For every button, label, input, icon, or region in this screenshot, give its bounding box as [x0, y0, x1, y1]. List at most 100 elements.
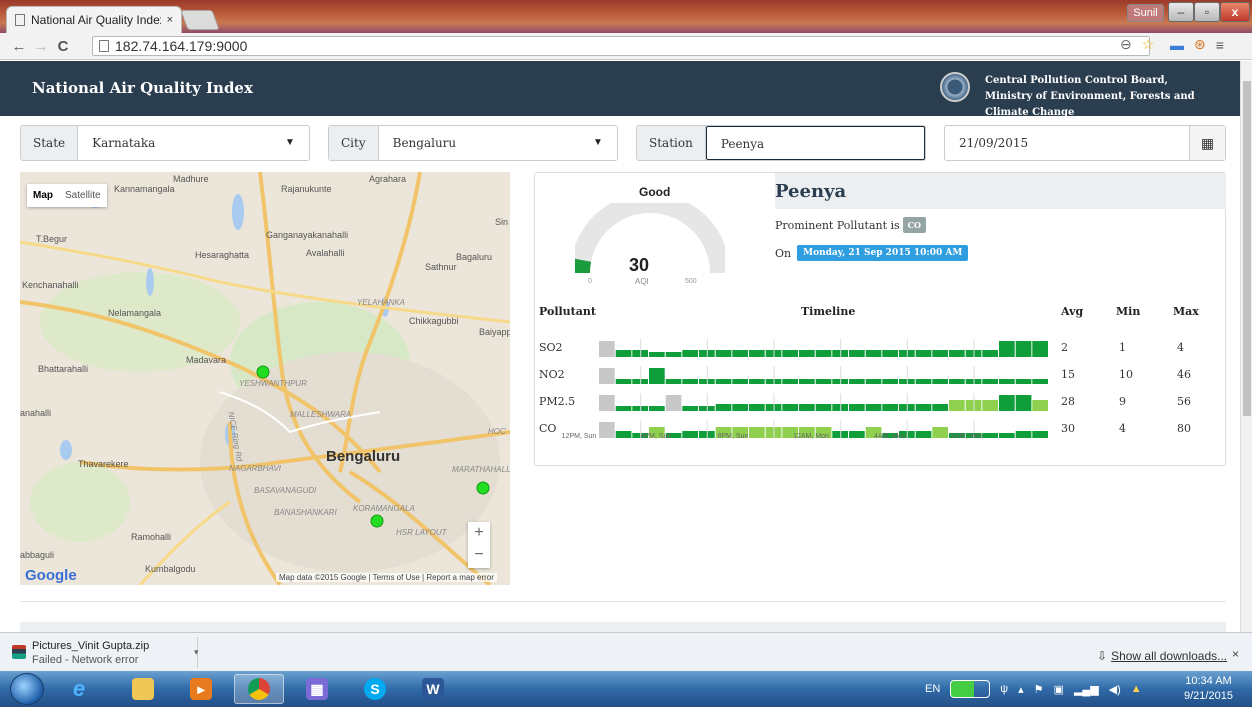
timeline-bar[interactable]: [915, 404, 932, 411]
taskbar-clock[interactable]: 10:34 AM 9/21/2015: [1184, 674, 1233, 704]
timeline-bar[interactable]: [615, 379, 632, 384]
zoom-icon[interactable]: ⊖: [1120, 36, 1132, 53]
map-type-satellite[interactable]: Satellite: [59, 184, 107, 207]
timeline-bar[interactable]: [999, 341, 1015, 357]
timeline-bar[interactable]: [1032, 341, 1048, 357]
timeline-bar[interactable]: [849, 379, 865, 384]
timeline-bar[interactable]: [832, 379, 848, 384]
language-indicator[interactable]: EN: [925, 683, 940, 695]
timeline-bar[interactable]: [849, 404, 865, 411]
bookmark-star-icon[interactable]: ☆: [1142, 36, 1155, 53]
timeline-bar[interactable]: [682, 350, 698, 357]
timeline-bar[interactable]: [749, 404, 765, 411]
download-item[interactable]: Pictures_Vinit Gupta.zip Failed - Networ…: [8, 637, 199, 668]
timeline-bar[interactable]: [599, 395, 615, 411]
word-app[interactable]: W: [408, 674, 458, 704]
date-input[interactable]: 21/09/2015: [945, 126, 1189, 160]
station-map[interactable]: Map Satellite Madhure Agrahara Kannamangal…: [20, 172, 510, 585]
reload-icon[interactable]: C: [52, 38, 74, 55]
timeline-bar[interactable]: [1032, 400, 1048, 411]
timeline-bar[interactable]: [682, 406, 698, 411]
station-select[interactable]: Station Peenya: [636, 125, 926, 161]
timeline-bar[interactable]: [799, 379, 815, 384]
timeline-bar[interactable]: [665, 379, 682, 384]
timeline-bar[interactable]: [615, 350, 632, 357]
address-bar[interactable]: 182.74.164.179:9000: [92, 36, 1150, 56]
timeline-bar[interactable]: [1015, 341, 1032, 357]
explorer-app[interactable]: [118, 674, 168, 704]
zoom-out-button[interactable]: −: [468, 544, 490, 566]
timeline-bar[interactable]: [599, 368, 615, 384]
timeline-bar[interactable]: [632, 406, 648, 411]
timeline-bar[interactable]: [949, 400, 965, 411]
map-attribution[interactable]: Map data ©2015 Google | Terms of Use | R…: [276, 573, 497, 582]
chevron-down-icon[interactable]: ▾: [194, 647, 199, 658]
state-select[interactable]: State Karnataka ▼: [20, 125, 310, 161]
chrome-app[interactable]: [234, 674, 284, 704]
timeline-bar[interactable]: [649, 406, 665, 411]
close-window-button[interactable]: x: [1220, 2, 1250, 22]
wireless-icon[interactable]: ψ: [1000, 683, 1008, 695]
timeline-bar[interactable]: [665, 352, 682, 357]
timeline-bar[interactable]: [982, 379, 998, 384]
timeline-bar[interactable]: [799, 404, 815, 411]
timeline-bar[interactable]: [715, 350, 732, 357]
timeline-bar[interactable]: [865, 404, 882, 411]
timeline-bar[interactable]: [715, 404, 732, 411]
start-button[interactable]: [10, 673, 44, 705]
timeline-bar[interactable]: [932, 404, 948, 411]
timeline-bar[interactable]: [949, 350, 965, 357]
timeline-bar[interactable]: [649, 368, 665, 384]
signal-icon[interactable]: ▂▄▆: [1074, 683, 1099, 696]
map-type-map[interactable]: Map: [27, 184, 59, 207]
timeline-bar[interactable]: [882, 350, 898, 357]
timeline-bar[interactable]: [749, 379, 765, 384]
timeline-bar[interactable]: [782, 404, 798, 411]
flag-icon[interactable]: ⚑: [1034, 683, 1044, 696]
timeline-bar[interactable]: [715, 379, 732, 384]
timeline-bar[interactable]: [815, 379, 832, 384]
volume-icon[interactable]: ◀): [1109, 683, 1121, 696]
timeline-bar[interactable]: [982, 400, 998, 411]
timeline-bar[interactable]: [782, 379, 798, 384]
show-all-downloads-link[interactable]: ⇩ Show all downloads...: [1097, 649, 1227, 663]
timeline-bar[interactable]: [799, 350, 815, 357]
power-icon[interactable]: ▲: [1131, 683, 1142, 695]
timeline-bar[interactable]: [832, 350, 848, 357]
timeline-bar[interactable]: [815, 404, 832, 411]
store-app[interactable]: ▦: [292, 674, 342, 704]
timeline-bar[interactable]: [632, 379, 648, 384]
timeline-bar[interactable]: [782, 350, 798, 357]
menu-icon[interactable]: ≡: [1216, 37, 1224, 53]
timeline-bar[interactable]: [815, 350, 832, 357]
timeline-bar[interactable]: [1015, 379, 1032, 384]
zoom-in-button[interactable]: +: [468, 522, 490, 544]
timeline-bar[interactable]: [732, 404, 748, 411]
timeline-bar[interactable]: [849, 350, 865, 357]
maximize-button[interactable]: ▫: [1194, 2, 1220, 22]
timeline-bar[interactable]: [982, 350, 998, 357]
ie-app[interactable]: e: [54, 674, 104, 704]
timeline-bar[interactable]: [932, 379, 948, 384]
timeline-bar[interactable]: [865, 350, 882, 357]
network-signal-icon[interactable]: [950, 680, 991, 698]
timeline-bar[interactable]: [749, 350, 765, 357]
calendar-icon[interactable]: ▦: [1189, 126, 1225, 160]
timeline-bar[interactable]: [649, 352, 665, 357]
timeline-bar[interactable]: [949, 379, 965, 384]
date-picker[interactable]: 21/09/2015 ▦: [944, 125, 1226, 161]
timeline-bar[interactable]: [632, 350, 648, 357]
timeline-bar[interactable]: [665, 395, 682, 411]
timeline-bar[interactable]: [999, 395, 1015, 411]
tab-close-icon[interactable]: ×: [167, 14, 173, 26]
close-shelf-button[interactable]: ×: [1232, 647, 1239, 661]
timeline-bar[interactable]: [932, 350, 948, 357]
back-icon[interactable]: ←: [8, 38, 30, 55]
timeline-bar[interactable]: [1015, 395, 1032, 411]
city-select[interactable]: City Bengaluru ▼: [328, 125, 618, 161]
timeline-bar[interactable]: [882, 404, 898, 411]
timeline-bar[interactable]: [915, 350, 932, 357]
timeline-bar[interactable]: [1032, 379, 1048, 384]
timeline-bar[interactable]: [915, 379, 932, 384]
timeline-bar[interactable]: [882, 379, 898, 384]
